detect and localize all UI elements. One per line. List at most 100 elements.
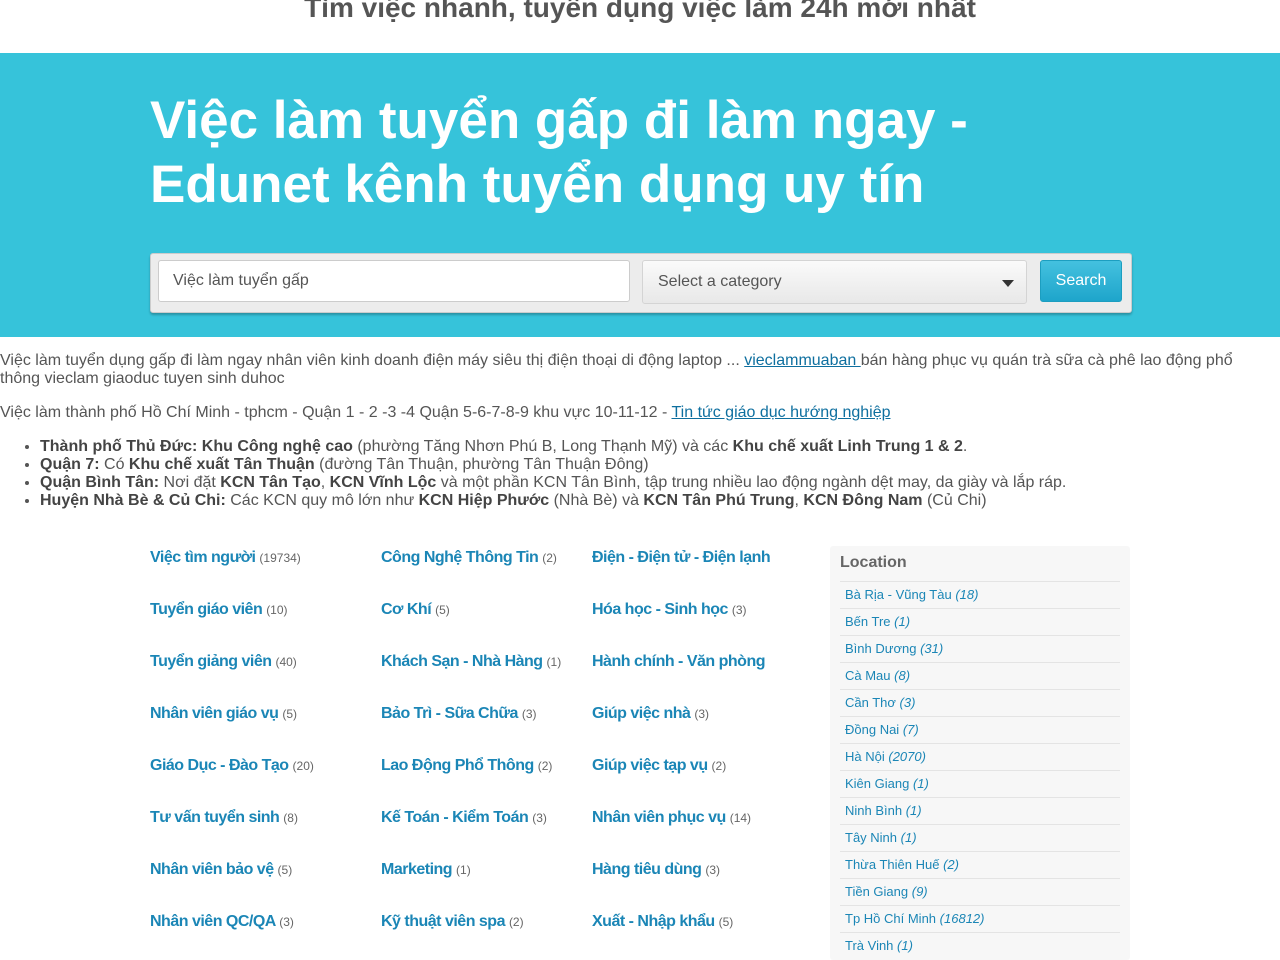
category-count: (2)	[508, 915, 524, 929]
chevron-down-icon	[1002, 280, 1014, 287]
intro-section: Việc làm tuyển dụng gấp đi làm ngay nhân…	[0, 352, 1262, 510]
category-link[interactable]: Giáo Dục - Đào Tạo (20)	[150, 757, 370, 775]
location-name: Tiền Giang	[845, 884, 909, 899]
location-item[interactable]: Cần Thơ (3)	[840, 689, 1120, 715]
category-name: Xuất - Nhập khẩu	[592, 913, 715, 930]
bold-text: Quận 7:	[40, 456, 100, 473]
news-link[interactable]: Tin tức giáo dục hướng nghiệp	[671, 404, 890, 421]
category-name: Công Nghệ Thông Tin	[381, 549, 539, 566]
category-name: Giúp việc tạp vụ	[592, 757, 708, 774]
category-count: (2)	[537, 759, 553, 773]
category-link[interactable]: Xuất - Nhập khẩu (5)	[592, 913, 782, 931]
location-item[interactable]: Trà Vinh (1)	[840, 932, 1120, 958]
text: Các KCN quy mô lớn như	[225, 492, 419, 509]
category-name: Khách Sạn - Nhà Hàng	[381, 653, 543, 670]
location-item[interactable]: Thừa Thiên Huế (2)	[840, 851, 1120, 877]
text: .	[962, 438, 968, 455]
vieclammuaban-link[interactable]: vieclammuaban	[744, 352, 861, 369]
location-panel: Location Bà Rịa - Vũng Tàu (18) Bến Tre (…	[830, 546, 1130, 960]
location-item[interactable]: Tiền Giang (9)	[840, 878, 1120, 904]
category-link[interactable]: Giúp việc tạp vụ (2)	[592, 757, 782, 775]
location-item[interactable]: Bà Rịa - Vũng Tàu (18)	[840, 581, 1120, 607]
category-select[interactable]: Select a category	[642, 260, 1027, 304]
location-name: Bến Tre	[845, 614, 891, 629]
category-link[interactable]: Tuyển giáo viên (10)	[150, 601, 370, 619]
category-count: (3)	[532, 811, 547, 825]
text: (đường Tân Thuận, phường Tân Thuận Đông)	[314, 456, 649, 473]
location-count: (7)	[902, 722, 919, 737]
location-count: (8)	[894, 668, 911, 683]
category-link[interactable]: Tư vấn tuyển sinh (8)	[150, 809, 370, 827]
category-name: Cơ Khí	[381, 601, 432, 618]
category-count: (2)	[542, 551, 557, 565]
category-link[interactable]: Bảo Trì - Sữa Chữa (3)	[381, 705, 581, 723]
category-link[interactable]: Nhân viên giáo vụ (5)	[150, 705, 370, 723]
category-count: (3)	[521, 707, 537, 721]
location-count: (3)	[899, 695, 916, 710]
location-item[interactable]: Đồng Nai (7)	[840, 716, 1120, 742]
intro-text: Việc làm tuyển dụng gấp đi làm ngay nhân…	[0, 352, 745, 369]
location-count: (2)	[943, 857, 959, 872]
hero-title: Việc làm tuyển gấp đi làm ngay - Edunet …	[150, 91, 968, 214]
category-link[interactable]: Kế Toán - Kiểm Toán (3)	[381, 809, 581, 827]
category-link[interactable]: Hàng tiêu dùng (3)	[592, 861, 782, 879]
text: (Nhà Bè) và	[549, 492, 644, 509]
text: (Củ Chi)	[922, 492, 987, 509]
text: ,	[320, 474, 330, 491]
location-item[interactable]: Ninh Bình (1)	[840, 797, 1120, 823]
search-input[interactable]	[158, 260, 630, 302]
category-link[interactable]: Nhân viên QC/QA (3)	[150, 913, 370, 931]
location-item[interactable]: Bình Dương (31)	[840, 635, 1120, 661]
category-name: Hàng tiêu dùng	[592, 861, 702, 878]
text: Có	[99, 456, 129, 473]
page-title: Tìm việc nhanh, tuyển dụng việc làm 24h …	[304, 0, 976, 23]
category-name: Kế Toán - Kiểm Toán	[381, 809, 529, 826]
category-link[interactable]: Điện - Điện tử - Điện lạnh	[592, 549, 782, 567]
category-link[interactable]: Hóa học - Sinh học (3)	[592, 601, 782, 619]
location-count: (31)	[920, 641, 944, 656]
category-count: (5)	[277, 863, 293, 877]
category-link[interactable]: Nhân viên phục vụ (14)	[592, 809, 782, 827]
location-item[interactable]: Hà Nội (2070)	[840, 743, 1120, 769]
category-link[interactable]: Tuyển giảng viên (40)	[150, 653, 370, 671]
category-link[interactable]: Marketing (1)	[381, 861, 581, 879]
category-name: Việc tìm người	[150, 549, 256, 566]
category-count: (1)	[546, 655, 562, 669]
category-link[interactable]: Kỹ thuật viên spa (2)	[381, 913, 581, 931]
text: Nơi đặt	[159, 474, 221, 491]
category-name: Nhân viên phục vụ	[592, 809, 726, 826]
category-count: (5)	[282, 707, 298, 721]
location-item[interactable]: Tây Ninh (1)	[840, 824, 1120, 850]
intro-paragraph-1: Việc làm tuyển dụng gấp đi làm ngay nhân…	[0, 352, 1262, 388]
location-item[interactable]: Tp Hồ Chí Minh (16812)	[840, 905, 1120, 931]
category-name: Lao Động Phổ Thông	[381, 757, 534, 774]
category-link[interactable]: Giúp việc nhà (3)	[592, 705, 782, 723]
location-name: Kiên Giang	[845, 776, 910, 791]
location-count: (1)	[897, 938, 913, 953]
category-count: (2)	[711, 759, 727, 773]
category-link[interactable]: Công Nghệ Thông Tin (2)	[381, 549, 581, 567]
category-count: (1)	[456, 863, 471, 877]
category-select-label: Select a category	[658, 273, 782, 290]
search-button[interactable]: Search	[1040, 260, 1122, 302]
location-name: Cần Thơ	[845, 695, 896, 710]
location-item[interactable]: Cà Mau (8)	[840, 662, 1120, 688]
category-name: Hành chính - Văn phòng	[592, 653, 765, 670]
location-count: (1)	[912, 776, 929, 791]
location-item[interactable]: Kiên Giang (1)	[840, 770, 1120, 796]
location-name: Tây Ninh	[845, 830, 898, 845]
category-link[interactable]: Cơ Khí (5)	[381, 601, 581, 619]
location-count: (16812)	[939, 911, 985, 926]
intro-paragraph-2: Việc làm thành phố Hồ Chí Minh - tphcm -…	[0, 404, 1262, 422]
category-link[interactable]: Lao Động Phổ Thông (2)	[381, 757, 581, 775]
category-link[interactable]: Việc tìm người (19734)	[150, 549, 370, 567]
bold-text: KCN Hiệp Phước	[418, 492, 550, 509]
category-link[interactable]: Khách Sạn - Nhà Hàng (1)	[381, 653, 581, 671]
category-link[interactable]: Nhân viên bảo vệ (5)	[150, 861, 370, 879]
list-item: Quận 7: Có Khu chế xuất Tân Thuận (đường…	[40, 456, 1262, 474]
category-name: Marketing	[381, 861, 453, 878]
location-name: Cà Mau	[845, 668, 891, 683]
category-count: (3)	[705, 863, 721, 877]
location-item[interactable]: Bến Tre (1)	[840, 608, 1120, 634]
category-link[interactable]: Hành chính - Văn phòng	[592, 653, 782, 671]
